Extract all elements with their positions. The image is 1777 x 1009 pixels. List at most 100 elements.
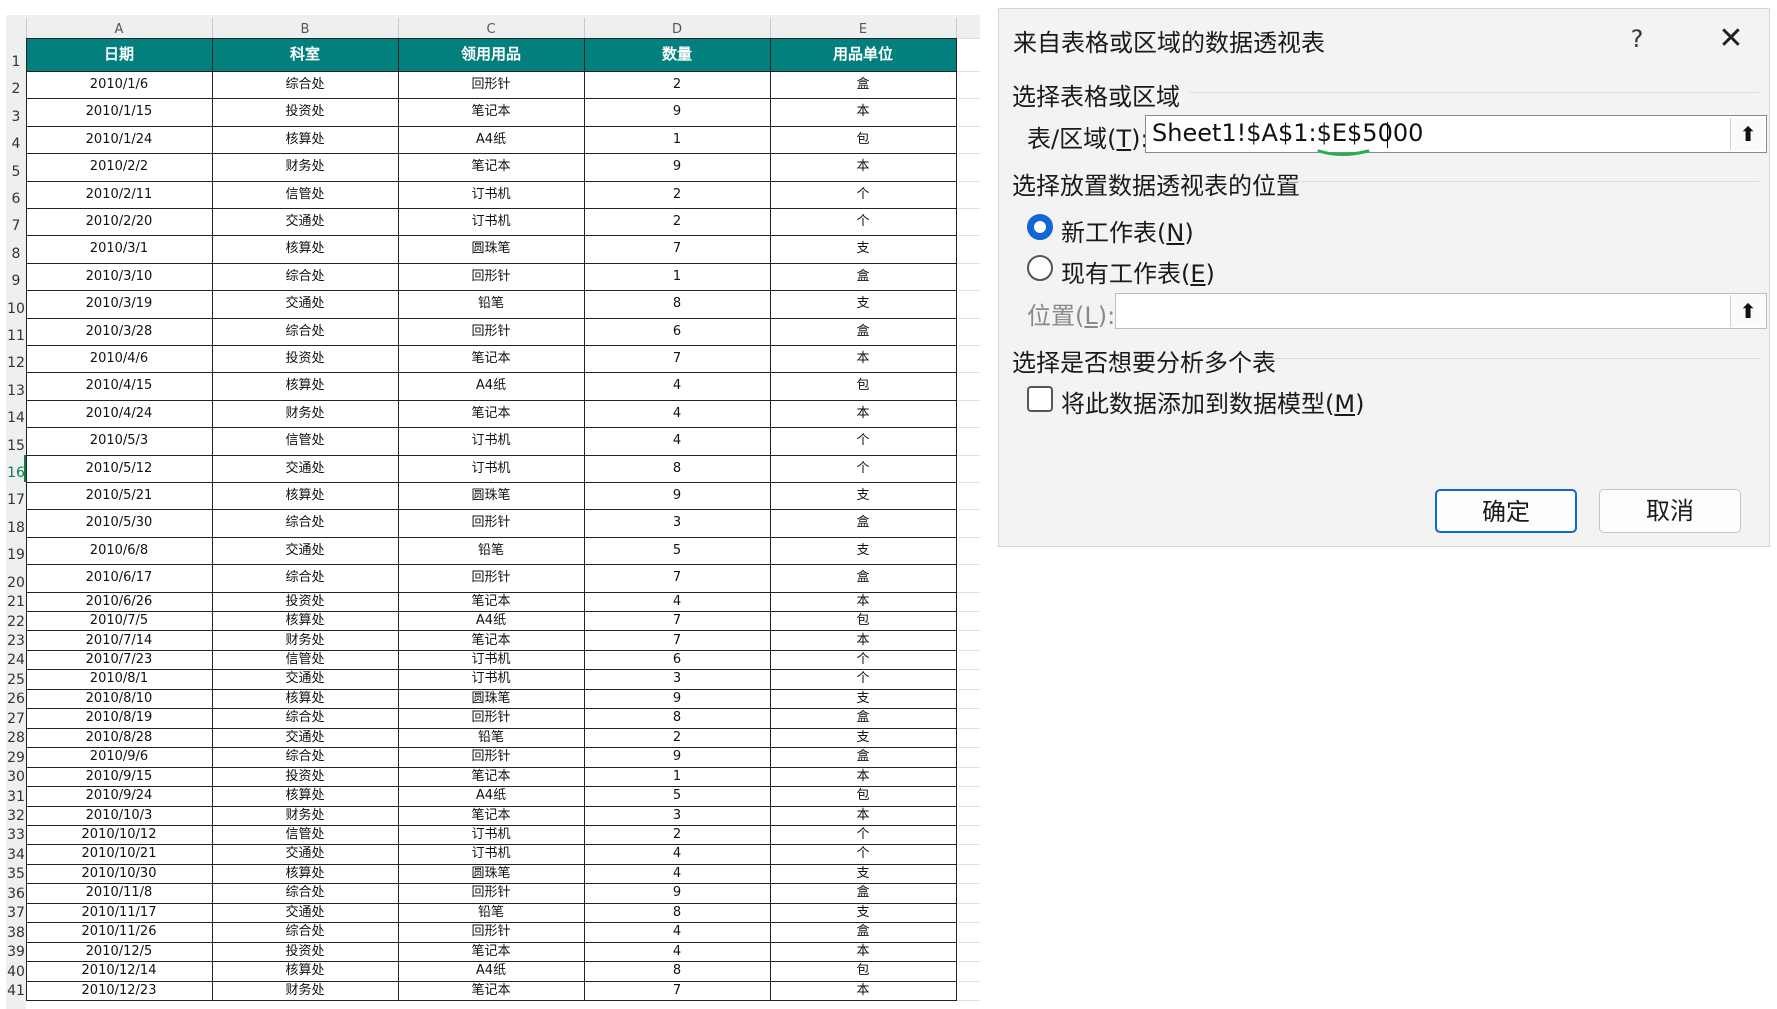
table-cell: 综合处 xyxy=(285,885,325,901)
row-border xyxy=(26,372,957,373)
table-cell: A4纸 xyxy=(475,963,507,979)
table-cell: 订书机 xyxy=(471,186,511,202)
row-border xyxy=(26,181,957,182)
row-number: 41 xyxy=(7,983,25,1000)
grid-line xyxy=(956,630,980,631)
existing-sheet-label[interactable]: 现有工作表(E) xyxy=(1061,254,1215,289)
close-button[interactable]: ✕ xyxy=(1711,19,1751,59)
row-border xyxy=(26,38,957,39)
table-cell: 5 xyxy=(672,788,682,804)
range-collapse-button[interactable]: ⬆ xyxy=(1730,118,1765,150)
table-header-cell: 科室 xyxy=(212,38,398,71)
table-cell: 7 xyxy=(672,613,682,629)
row-border xyxy=(26,235,957,236)
table-header-cell: 领用用品 xyxy=(398,38,584,71)
grid-line xyxy=(956,903,980,904)
table-cell: 财务处 xyxy=(285,405,325,421)
table-cell: 订书机 xyxy=(471,433,511,449)
grid-line xyxy=(956,961,980,962)
grid-line xyxy=(956,345,980,346)
table-cell: 2 xyxy=(672,186,682,202)
new-sheet-label[interactable]: 新工作表(N) xyxy=(1061,213,1194,248)
row-border xyxy=(26,708,957,709)
table-cell: 2010/7/14 xyxy=(85,632,153,648)
table-cell: 2010/1/24 xyxy=(85,131,153,147)
help-button[interactable]: ? xyxy=(1617,19,1657,59)
spreadsheet: A B C D E 1 2 3 4 5 6 7 8 9 10 11 12 13 14 15 16 17 18 19 20 21 22… xyxy=(0,0,990,1009)
grid-line xyxy=(956,689,980,690)
row-number: 6 xyxy=(11,191,21,207)
row-border xyxy=(26,844,957,845)
table-cell: 圆珠笔 xyxy=(471,865,511,881)
table-cell: 财务处 xyxy=(285,632,325,648)
row-border xyxy=(26,903,957,904)
table-cell: 7 xyxy=(672,241,682,257)
table-cell: 支 xyxy=(856,690,870,706)
table-cell: 综合处 xyxy=(285,924,325,940)
location-input[interactable]: ⬆ xyxy=(1115,293,1767,329)
add-to-data-model-label[interactable]: 将此数据添加到数据模型(M) xyxy=(1061,384,1364,419)
table-cell: 2010/3/28 xyxy=(85,323,153,339)
cancel-button[interactable]: 取消 xyxy=(1599,489,1741,533)
grid-line xyxy=(956,747,980,748)
ok-button[interactable]: 确定 xyxy=(1435,489,1577,533)
table-cell: 本 xyxy=(856,943,870,959)
table-cell: 综合处 xyxy=(285,515,325,531)
row-number: 10 xyxy=(7,300,25,317)
table-cell: 4 xyxy=(672,924,682,940)
table-cell: 7 xyxy=(672,982,682,998)
table-header-cell: 数量 xyxy=(584,38,770,71)
location-collapse-button[interactable]: ⬆ xyxy=(1730,295,1765,327)
grid-line xyxy=(956,263,980,264)
grid-line xyxy=(956,427,980,428)
row-number: 2 xyxy=(11,81,21,98)
column-separator xyxy=(956,18,957,39)
table-cell: 2010/3/10 xyxy=(85,268,153,284)
table-cell: 投资处 xyxy=(285,593,325,609)
table-cell: 本 xyxy=(856,807,870,823)
grid-line xyxy=(956,537,980,538)
table-cell: 交通处 xyxy=(285,460,325,476)
existing-sheet-radio[interactable] xyxy=(1027,255,1053,281)
row-number: 32 xyxy=(7,808,25,824)
table-cell: 2010/6/26 xyxy=(85,593,153,609)
row-number: 3 xyxy=(11,108,21,125)
row-border xyxy=(26,650,957,651)
table-cell: 信管处 xyxy=(285,186,325,202)
grid-line xyxy=(956,1000,980,1001)
row-border xyxy=(26,942,957,943)
grid-line xyxy=(956,290,980,291)
row-border xyxy=(26,126,957,127)
table-cell: 订书机 xyxy=(471,651,511,667)
table-cell: 2 xyxy=(672,827,682,842)
add-to-data-model-checkbox[interactable] xyxy=(1027,386,1053,412)
table-cell: 2010/9/15 xyxy=(85,768,153,784)
column-border xyxy=(26,38,27,1002)
column-border xyxy=(212,38,213,1002)
table-cell: 本 xyxy=(856,159,870,175)
collapse-dialog-icon: ⬆ xyxy=(1739,122,1757,146)
range-input[interactable]: Sheet1!$A$1:$E$5000 ⬆ xyxy=(1145,115,1767,156)
table-cell: 2010/8/10 xyxy=(85,690,153,706)
table-cell: 6 xyxy=(672,323,682,339)
help-icon: ? xyxy=(1630,25,1644,53)
table-cell: 2010/1/15 xyxy=(85,104,153,120)
row-number: 31 xyxy=(7,788,25,805)
location-label: 位置(L): xyxy=(1027,302,1116,330)
new-sheet-radio[interactable] xyxy=(1027,214,1053,240)
table-cell: 2010/10/30 xyxy=(81,865,157,881)
table-cell: 支 xyxy=(856,241,870,257)
table-cell: 2010/8/19 xyxy=(85,710,153,726)
row-number: 19 xyxy=(7,547,25,564)
table-cell: 2010/9/24 xyxy=(85,788,153,804)
table-cell: 回形针 xyxy=(471,77,511,92)
column-header: B xyxy=(300,22,310,37)
table-cell: 2010/6/8 xyxy=(89,542,149,558)
table-cell: 8 xyxy=(672,710,682,726)
table-cell: 圆珠笔 xyxy=(471,488,511,503)
table-cell: 笔记本 xyxy=(471,405,511,421)
grid-line xyxy=(956,564,980,565)
table-cell: 2010/4/6 xyxy=(89,351,149,366)
table-cell: 本 xyxy=(856,104,870,120)
row-border xyxy=(26,71,957,72)
